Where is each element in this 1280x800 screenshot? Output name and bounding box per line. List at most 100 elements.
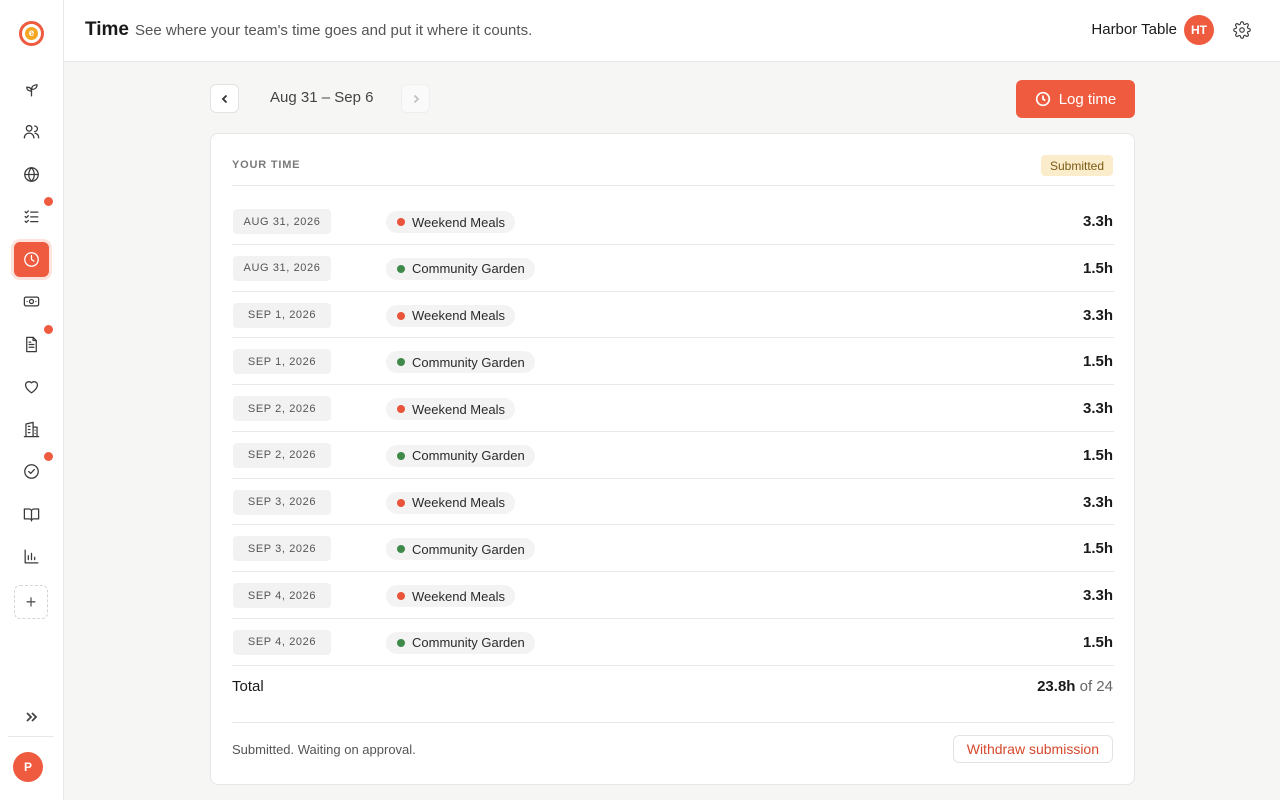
entry-hours: 3.3h (1082, 400, 1113, 417)
table-row[interactable]: Sep 4, 2026 Community Garden 1.5h (232, 619, 1114, 666)
footer-divider (232, 722, 1114, 723)
sidebar-item-sprout[interactable] (14, 72, 49, 107)
project-tag[interactable]: Weekend Meals (386, 398, 515, 420)
entry-date: Sep 4, 2026 (233, 583, 331, 608)
gear-icon (1233, 21, 1251, 39)
sidebar-item-building[interactable] (14, 412, 49, 447)
entry-hours: 1.5h (1082, 633, 1113, 651)
table-row[interactable]: Sep 3, 2026 Weekend Meals 3.3h (232, 479, 1114, 526)
entry-hours: 1.5h (1082, 446, 1113, 464)
expand-sidebar-button[interactable] (20, 706, 42, 728)
clock-icon (24, 252, 39, 267)
building-icon (23, 421, 40, 438)
logo-letter: e (25, 27, 38, 40)
org-avatar[interactable]: HT (1184, 15, 1214, 45)
org-name: Harbor Table (1091, 21, 1177, 38)
sidebar-item-money[interactable] (14, 284, 49, 319)
project-name: Community Garden (412, 261, 525, 277)
project-name: Weekend Meals (412, 401, 505, 417)
total-hours: 23.8h (1037, 678, 1076, 695)
log-time-button[interactable]: Log time (1016, 80, 1135, 118)
project-name: Weekend Meals (412, 308, 505, 323)
project-name: Community Garden (412, 635, 525, 651)
sidebar-item-time[interactable] (14, 242, 49, 277)
total-label: Total (232, 678, 264, 695)
table-row[interactable]: Aug 31, 2026 Community Garden 1.5h (232, 245, 1114, 292)
table-row[interactable]: Sep 4, 2026 Weekend Meals 3.3h (232, 572, 1114, 619)
project-tag[interactable]: Weekend Meals (386, 304, 515, 327)
sidebar-item-checklist[interactable] (14, 199, 49, 234)
entry-date: Sep 2, 2026 (233, 396, 331, 421)
project-color-dot (397, 405, 405, 413)
sidebar: e + P (0, 0, 64, 800)
table-row[interactable]: Sep 3, 2026 Community Garden 1.5h (232, 525, 1114, 572)
entry-hours: 1.5h (1082, 259, 1113, 277)
sidebar-divider (8, 736, 54, 737)
previous-week-button[interactable] (210, 84, 239, 113)
section-label: YOUR TIME (232, 159, 301, 171)
sprout-icon (26, 84, 38, 97)
submission-status-text: Submitted. Waiting on approval. (232, 742, 416, 757)
project-tag[interactable]: Community Garden (386, 444, 535, 467)
entry-date: Sep 1, 2026 (233, 302, 331, 328)
project-color-dot (397, 592, 405, 600)
project-name: Weekend Meals (412, 495, 505, 510)
project-color-dot (397, 498, 405, 507)
time-card: YOUR TIME Submitted Aug 31, 2026 Weekend … (210, 133, 1135, 785)
withdraw-submission-button[interactable]: Withdraw submission (952, 735, 1113, 763)
sidebar-item-reports[interactable] (14, 539, 49, 574)
add-button[interactable]: + (14, 585, 48, 619)
globe-icon (24, 167, 39, 182)
project-tag[interactable]: Weekend Meals (386, 585, 515, 607)
project-color-dot (397, 451, 405, 460)
project-color-dot (397, 218, 405, 226)
entry-hours: 3.3h (1082, 213, 1113, 230)
table-row[interactable]: Sep 1, 2026 Weekend Meals 3.3h (232, 292, 1114, 339)
entry-hours: 3.3h (1082, 493, 1113, 511)
entry-date: Aug 31, 2026 (233, 255, 331, 281)
next-week-button[interactable] (401, 84, 430, 113)
table-row[interactable]: Sep 2, 2026 Weekend Meals 3.3h (232, 385, 1114, 432)
project-tag[interactable]: Community Garden (386, 351, 535, 374)
project-name: Community Garden (412, 448, 525, 464)
sidebar-item-tasks[interactable] (14, 454, 49, 489)
check-circle-icon (24, 464, 39, 479)
project-tag[interactable]: Weekend Meals (386, 211, 515, 233)
project-name: Weekend Meals (412, 588, 505, 604)
entry-hours: 3.3h (1082, 587, 1113, 604)
project-tag[interactable]: Weekend Meals (386, 491, 515, 514)
user-avatar[interactable]: P (13, 752, 43, 782)
project-tag[interactable]: Community Garden (386, 631, 535, 654)
settings-button[interactable] (1233, 21, 1251, 39)
sidebar-item-document[interactable] (14, 327, 49, 362)
project-tag[interactable]: Community Garden (386, 257, 535, 280)
project-color-dot (397, 311, 405, 320)
heart-icon (24, 381, 39, 394)
entry-date: Sep 1, 2026 (233, 349, 331, 375)
sidebar-item-heart[interactable] (14, 369, 49, 404)
app-logo[interactable]: e (19, 21, 44, 46)
project-name: Community Garden (412, 541, 525, 557)
sidebar-item-book[interactable] (14, 497, 49, 532)
entry-date: Aug 31, 2026 (233, 209, 331, 234)
table-row[interactable]: Aug 31, 2026 Weekend Meals 3.3h (232, 198, 1114, 245)
table-row[interactable]: Sep 1, 2026 Community Garden 1.5h (232, 338, 1114, 385)
project-color-dot (397, 358, 405, 367)
project-color-dot (397, 264, 405, 273)
project-name: Community Garden (412, 354, 525, 370)
week-range-label: Aug 31 – Sep 6 (270, 89, 374, 106)
project-name: Weekend Meals (412, 214, 505, 230)
book-icon (23, 508, 40, 522)
money-icon (23, 296, 40, 307)
project-tag[interactable]: Community Garden (386, 538, 535, 561)
page-subtitle: See where your team's time goes and put … (135, 22, 533, 39)
sidebar-item-globe[interactable] (14, 157, 49, 192)
log-time-label: Log time (1058, 90, 1117, 108)
entry-date: Sep 2, 2026 (233, 442, 331, 468)
table-row[interactable]: Sep 2, 2026 Community Garden 1.5h (232, 432, 1114, 479)
clock-icon (1035, 91, 1050, 107)
sidebar-item-people[interactable] (14, 114, 49, 149)
entry-date: Sep 3, 2026 (233, 536, 331, 562)
page-header: Time See where your team's time goes and… (64, 0, 1280, 62)
total-capacity: of 24 (1079, 678, 1113, 695)
